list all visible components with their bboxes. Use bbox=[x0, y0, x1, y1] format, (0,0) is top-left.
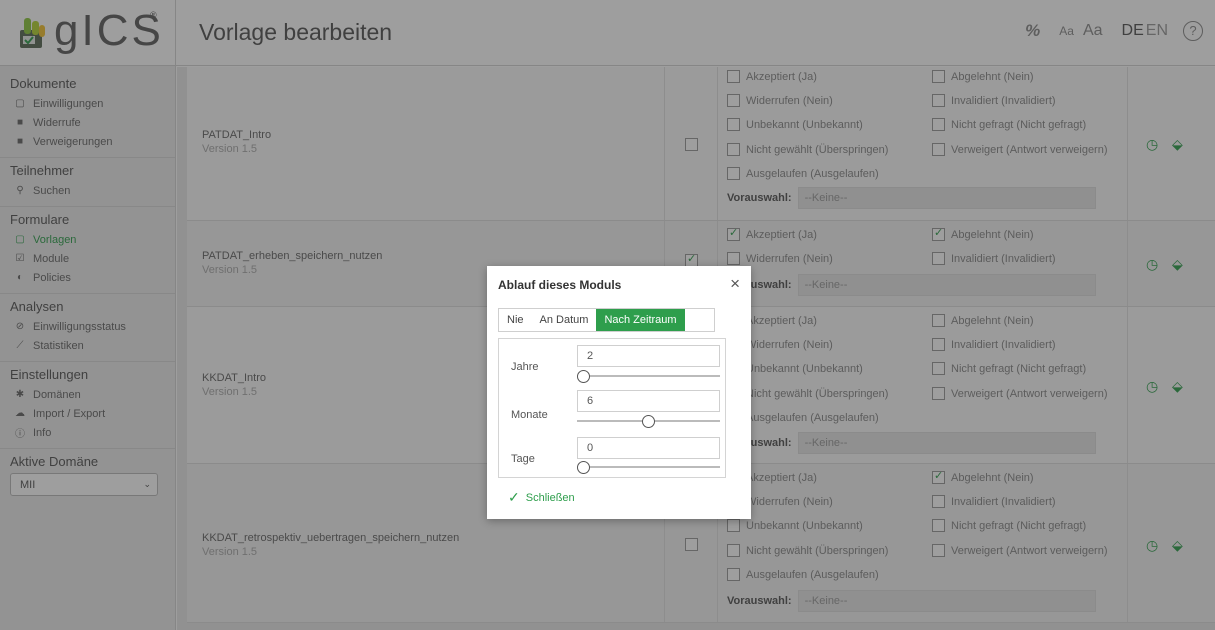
tab-nie[interactable]: Nie bbox=[499, 309, 532, 331]
close-icon[interactable]: × bbox=[730, 274, 740, 294]
slider-track bbox=[577, 375, 720, 377]
slider-thumb[interactable] bbox=[642, 415, 655, 428]
days-input[interactable]: 0 bbox=[577, 437, 720, 459]
checkmark-icon: ✓ bbox=[508, 489, 520, 505]
close-button-label: Schließen bbox=[525, 491, 575, 504]
modal-title: Ablauf dieses Moduls bbox=[498, 278, 622, 292]
tab-nach-zeitraum[interactable]: Nach Zeitraum bbox=[596, 309, 685, 331]
months-input[interactable]: 6 bbox=[577, 390, 720, 412]
days-slider[interactable] bbox=[577, 461, 720, 474]
close-button[interactable]: ✓ Schließen bbox=[508, 489, 575, 506]
tab-an-datum[interactable]: An Datum bbox=[532, 309, 597, 331]
years-label: Jahre bbox=[511, 361, 539, 373]
years-slider[interactable] bbox=[577, 370, 720, 383]
months-slider[interactable] bbox=[577, 415, 720, 428]
period-panel: Jahre 2 Monate 6 Tage 0 bbox=[498, 338, 726, 478]
slider-track bbox=[577, 466, 720, 468]
years-input[interactable]: 2 bbox=[577, 345, 720, 367]
expiry-tabs: Nie An Datum Nach Zeitraum bbox=[498, 308, 715, 332]
days-label: Tage bbox=[511, 453, 535, 465]
slider-thumb[interactable] bbox=[577, 370, 590, 383]
expiry-modal: Ablauf dieses Moduls × Nie An Datum Nach… bbox=[487, 266, 751, 519]
months-label: Monate bbox=[511, 409, 548, 421]
slider-thumb[interactable] bbox=[577, 461, 590, 474]
